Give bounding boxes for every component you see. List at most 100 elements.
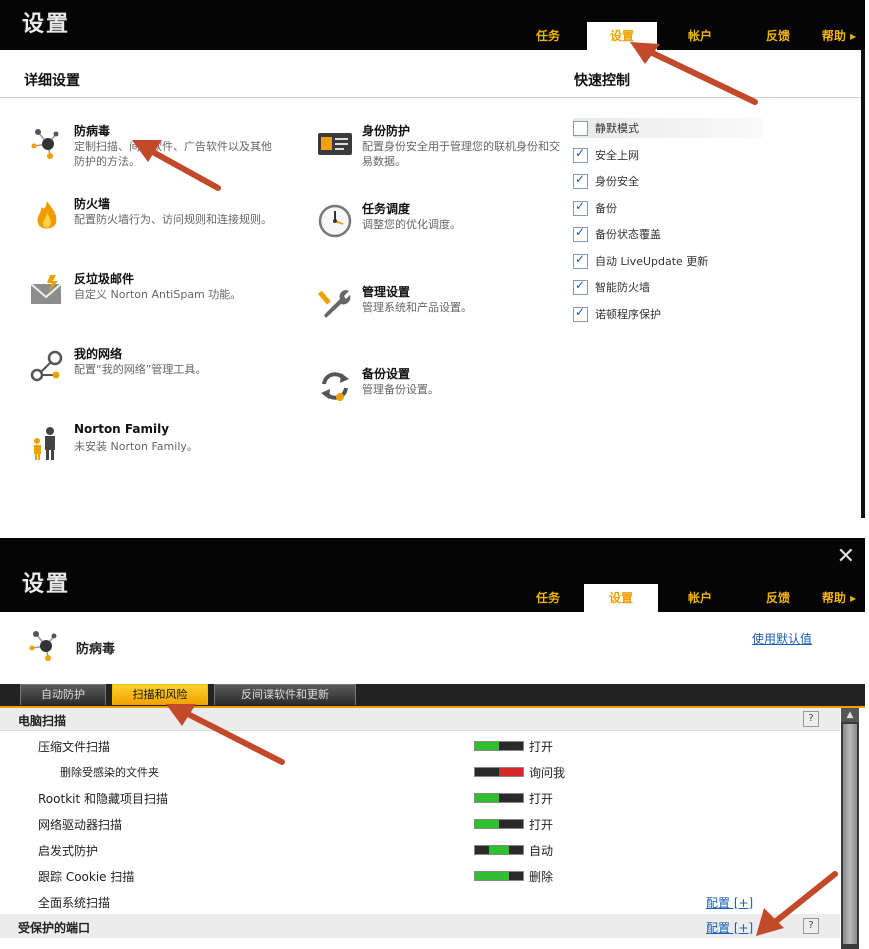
setting-norton-family[interactable]: Norton Family 未安装 Norton Family。 [28,422,278,472]
setting-task-schedule[interactable]: 任务调度 调整您的优化调度。 [316,200,566,250]
scroll-thumb[interactable] [843,724,857,944]
setting-desc: 配置“我的网络”管理工具。 [74,363,207,376]
quick-control-smart-firewall[interactable]: 智能防火墙 [573,277,763,297]
section-title: 防病毒 [76,642,116,657]
heading-divider [0,97,865,98]
checkbox[interactable] [573,199,588,216]
checkbox[interactable] [573,121,588,136]
toggle-switch[interactable] [474,793,524,803]
network-icon [30,350,63,382]
checkbox[interactable] [573,252,588,269]
configure-link[interactable]: 配置 [+] [706,919,753,936]
group-title: 电脑扫描 [18,714,67,728]
quick-control-label: 安全上网 [595,149,639,162]
toggle-switch[interactable] [474,819,524,829]
window-edge [861,50,865,518]
tab-tasks[interactable]: 任务 [518,584,578,612]
tab-help[interactable]: 帮助 ▸ [812,584,865,612]
setting-name: 防病毒 [74,124,111,138]
setting-desc: 调整您的优化调度。 [362,218,461,231]
setting-name: 防火墙 [74,197,111,211]
quick-control-label: 自动 LiveUpdate 更新 [595,255,709,268]
window-title: 设置 [22,12,71,37]
toggle-switch[interactable] [474,845,524,855]
row-compressed-scan: 压缩文件扫描 打开 [0,732,840,758]
window-title: 设置 [22,572,71,597]
wrench-icon [317,290,351,318]
settings-panel-overview: 设置 任务 设置 帐户 反馈 帮助 ▸ 详细设置 快速控制 防病毒 定制扫描、间… [0,0,865,518]
setting-name: Norton Family [74,422,170,436]
antivirus-settings-panel: 设置 ✕ 任务 设置 帐户 反馈 帮助 ▸ 防病毒 使用默认值 自动防护 扫描和… [0,538,865,949]
row-label: 网络驱动器扫描 [38,818,123,832]
checkbox[interactable] [573,225,588,242]
setting-antispam[interactable]: 反垃圾邮件 自定义 Norton AntiSpam 功能。 [28,270,278,320]
help-icon[interactable]: ? [803,711,819,727]
subtab-antispyware-updates[interactable]: 反间谍软件和更新 [214,684,356,705]
setting-backup[interactable]: 备份设置 管理备份设置。 [316,365,566,415]
setting-my-network[interactable]: 我的网络 配置“我的网络”管理工具。 [28,345,278,395]
row-tracking-cookie: 跟踪 Cookie 扫描 删除 [0,862,840,888]
quick-control-backup-overlay[interactable]: 备份状态覆盖 [573,224,763,244]
toggle-switch[interactable] [474,741,524,751]
tab-account[interactable]: 帐户 [670,22,730,50]
row-label: Rootkit 和隐藏项目扫描 [38,792,168,806]
checkbox[interactable] [573,305,588,322]
quick-control-label: 智能防火墙 [595,281,650,294]
clock-icon [318,204,352,238]
id-card-icon [318,133,352,155]
row-state: 自动 [529,844,554,858]
checkbox[interactable] [573,172,588,189]
scroll-up-icon[interactable]: ▲ [841,708,859,722]
setting-desc: 配置防火墙行为、访问规则和连接规则。 [74,213,272,226]
use-defaults-link[interactable]: 使用默认值 [752,630,812,647]
quick-control-identity-safe[interactable]: 身份安全 [573,171,763,191]
setting-admin[interactable]: 管理设置 管理系统和产品设置。 [316,283,566,333]
quick-control-silent-mode[interactable]: 静默模式 [573,118,763,138]
toggle-switch[interactable] [474,767,524,777]
row-full-system-scan: 全面系统扫描 配置 [+] [0,888,840,914]
row-label: 删除受感染的文件夹 [60,766,159,779]
row-rootkit-scan: Rootkit 和隐藏项目扫描 打开 [0,784,840,810]
scrollbar[interactable]: ▲ [841,708,859,949]
setting-identity[interactable]: 身份防护 配置身份安全用于管理您的联机身份和交易数据。 [316,122,566,172]
row-state: 打开 [529,818,554,832]
row-label: 全面系统扫描 [38,896,111,910]
row-label: 启发式防护 [38,844,99,858]
quick-control-backup[interactable]: 备份 [573,198,763,218]
configure-link[interactable]: 配置 [+] [706,894,753,911]
close-icon[interactable]: ✕ [837,544,855,569]
subtab-auto-protect[interactable]: 自动防护 [20,684,106,705]
row-network-drive-scan: 网络驱动器扫描 打开 [0,810,840,836]
title-bar: 设置 ✕ 任务 设置 帐户 反馈 帮助 ▸ [0,538,865,612]
toggle-switch[interactable] [474,871,524,881]
row-state: 打开 [529,792,554,806]
subtab-scans-risks[interactable]: 扫描和风险 [112,684,208,705]
quick-control-product-tamper[interactable]: 诺顿程序保护 [573,304,763,324]
checkbox[interactable] [573,146,588,163]
setting-antivirus[interactable]: 防病毒 定制扫描、间谍软件、广告软件以及其他防护的方法。 [28,122,278,172]
tab-feedback[interactable]: 反馈 [748,584,808,612]
tab-feedback[interactable]: 反馈 [748,22,808,50]
subtab-bar: 自动防护 扫描和风险 反间谍软件和更新 [0,684,865,708]
setting-firewall[interactable]: 防火墙 配置防火墙行为、访问规则和连接规则。 [28,195,278,245]
tab-settings[interactable]: 设置 [587,22,657,50]
quick-control-label: 备份 [595,202,617,215]
checkbox[interactable] [573,278,588,295]
quick-control-label: 诺顿程序保护 [595,308,661,321]
tab-settings[interactable]: 设置 [584,584,658,612]
tab-help[interactable]: 帮助 ▸ [812,22,865,50]
tab-tasks[interactable]: 任务 [518,22,578,50]
tab-account[interactable]: 帐户 [670,584,730,612]
title-bar: 设置 任务 设置 帐户 反馈 帮助 ▸ [0,0,865,50]
quick-control-liveupdate[interactable]: 自动 LiveUpdate 更新 [573,251,763,271]
group-header-computer-scan: 电脑扫描 ? [0,708,840,731]
help-icon[interactable]: ? [803,918,819,934]
setting-desc: 定制扫描、间谍软件、广告软件以及其他防护的方法。 [74,140,272,168]
group-header-protected-ports: 受保护的端口 配置 [+] ? [0,914,840,938]
setting-name: 任务调度 [362,202,411,216]
quick-control-label: 静默模式 [595,122,639,135]
quick-control-safe-web[interactable]: 安全上网 [573,145,763,165]
virus-molecule-icon [29,631,57,661]
detail-settings-heading: 详细设置 [24,73,80,89]
setting-name: 反垃圾邮件 [74,272,135,286]
